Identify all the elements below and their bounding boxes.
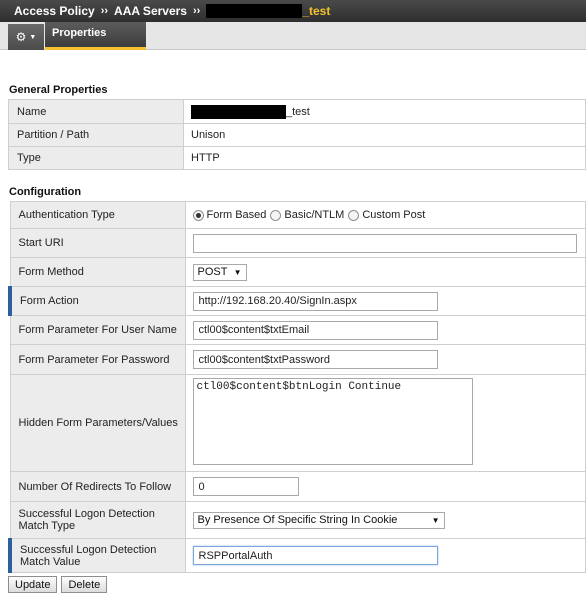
radio-label-form-based: Form Based [206,209,267,221]
row-type: Type HTTP [8,146,586,170]
form-method-selected: POST [197,266,228,278]
name-label: Name [8,99,184,124]
radio-label-custom-post: Custom Post [362,209,426,221]
chevron-down-icon: ▼ [233,267,242,277]
row-name: Name _test [8,99,586,124]
redirects-label: Number Of Redirects To Follow [9,471,186,502]
radio-custom-post[interactable] [348,209,360,221]
detect-type-selected: By Presence Of Specific String In Cookie [197,514,398,526]
row-form-action: Form Action [8,286,586,316]
name-value: _test [183,99,586,124]
detect-value-cell [184,538,586,573]
user-param-label: Form Parameter For User Name [9,315,186,345]
gear-menu-button[interactable]: ⚙ ▼ [8,24,44,50]
breadcrumb-separator: ›› [100,5,109,17]
action-buttons: Update Delete [8,576,108,593]
pass-param-cell [184,344,586,375]
configuration-table: Authentication Type Form Based Basic/NTL… [8,201,586,573]
form-action-input[interactable] [192,291,438,311]
row-form-method: Form Method POST ▼ [9,257,586,287]
breadcrumb-current: _test [302,4,331,18]
hidden-params-textarea[interactable]: ctl00$content$btnLogin Continue [192,378,473,465]
row-pass-param: Form Parameter For Password [9,344,586,375]
auth-type-value: Form Based Basic/NTLM Custom Post [184,201,586,229]
user-param-cell [184,315,586,345]
row-auth-type: Authentication Type Form Based Basic/NTL… [9,201,586,229]
partition-label: Partition / Path [8,123,184,147]
row-start-uri: Start URI [9,228,586,258]
pass-param-label: Form Parameter For Password [9,344,186,375]
hidden-params-label: Hidden Form Parameters/Values [9,374,186,472]
breadcrumb: Access Policy ›› AAA Servers ›› _test [0,0,586,22]
tab-properties[interactable]: Properties [45,22,146,50]
delete-button[interactable]: Delete [61,576,108,593]
radio-form-based[interactable] [192,209,204,221]
radio-basic-ntlm[interactable] [270,209,282,221]
detect-type-label: Successful Logon Detection Match Type [9,501,186,539]
form-action-label: Form Action [8,286,186,316]
user-param-input[interactable] [192,320,438,340]
row-hidden-params: Hidden Form Parameters/Values ctl00$cont… [9,374,586,472]
breadcrumb-item-aaa-servers[interactable]: AAA Servers [114,4,187,18]
gear-icon: ⚙ [15,30,27,44]
row-detect-value: Successful Logon Detection Match Value [8,538,586,573]
breadcrumb-item-access-policy[interactable]: Access Policy [14,4,95,18]
row-redirects: Number Of Redirects To Follow [9,471,586,502]
redirects-cell [184,471,586,502]
partition-value: Unison [183,123,586,147]
row-partition: Partition / Path Unison [8,123,586,147]
form-action-cell [184,286,586,316]
start-uri-label: Start URI [9,228,186,258]
breadcrumb-separator: ›› [192,5,201,17]
detect-type-select[interactable]: By Presence Of Specific String In Cookie… [192,511,445,529]
type-value: HTTP [183,146,586,170]
start-uri-cell [184,228,586,258]
detect-value-label: Successful Logon Detection Match Value [8,538,186,573]
redirects-input[interactable] [192,477,299,496]
detect-value-input[interactable] [192,546,438,565]
form-method-label: Form Method [9,257,186,287]
auth-type-radio-group: Form Based Basic/NTLM Custom Post [192,209,586,221]
pass-param-input[interactable] [192,350,438,369]
auth-type-label: Authentication Type [9,201,186,229]
chevron-down-icon: ▼ [29,33,37,41]
chevron-down-icon: ▼ [431,515,440,525]
general-properties-table: Name _test Partition / Path Unison Type … [8,99,586,170]
update-button[interactable]: Update [8,576,58,593]
redacted-block [191,104,286,119]
hidden-params-cell: ctl00$content$btnLogin Continue [184,374,586,472]
redacted-block [206,4,303,18]
section-title-general: General Properties [9,84,108,96]
row-user-param: Form Parameter For User Name [9,315,586,345]
detect-type-cell: By Presence Of Specific String In Cookie… [184,501,586,539]
section-title-configuration: Configuration [9,186,82,198]
start-uri-input[interactable] [192,233,577,253]
radio-label-basic-ntlm: Basic/NTLM [284,209,345,221]
form-method-select[interactable]: POST ▼ [192,263,247,281]
name-suffix: _test [286,105,310,118]
type-label: Type [8,146,184,170]
row-detect-type: Successful Logon Detection Match Type By… [9,501,586,539]
form-method-cell: POST ▼ [184,257,586,287]
